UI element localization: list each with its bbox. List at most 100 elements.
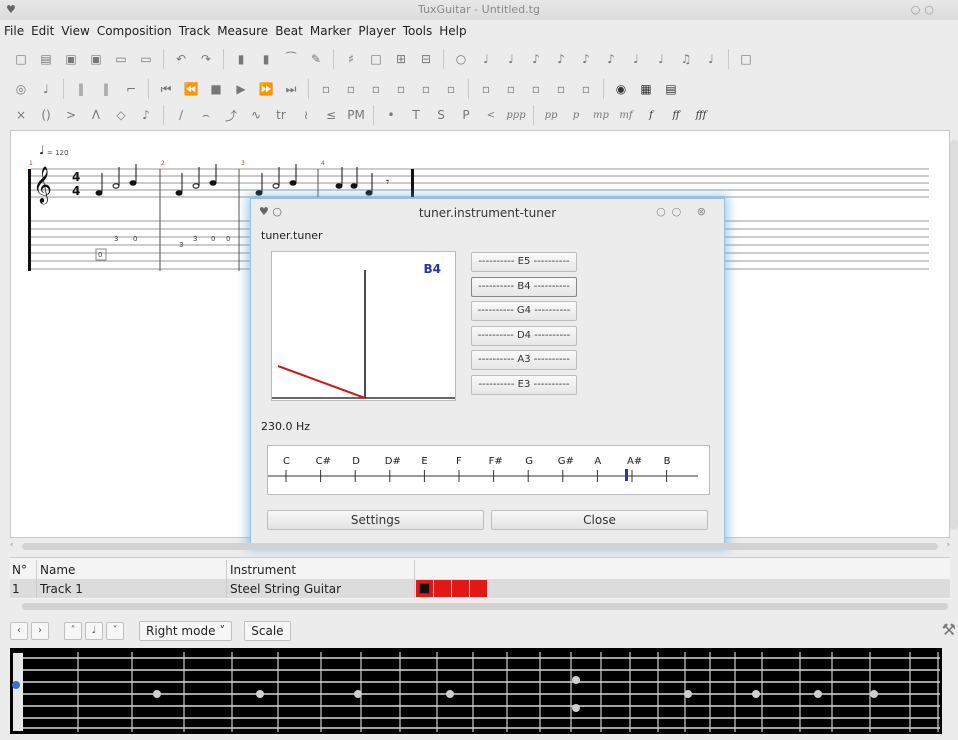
- window-controls[interactable]: ○○: [911, 3, 938, 16]
- string-button-e5[interactable]: ---------- E5 ----------: [471, 252, 577, 272]
- stop-icon[interactable]: ■: [205, 78, 227, 100]
- vibrato-icon[interactable]: ∿: [245, 104, 267, 126]
- thirtysecond-note-icon[interactable]: ♪: [575, 48, 597, 70]
- matrix-icon[interactable]: ▦: [635, 78, 657, 100]
- repeat-open-icon[interactable]: ‖: [70, 78, 92, 100]
- edit-icon[interactable]: ✎: [305, 48, 327, 70]
- menu-composition[interactable]: Composition: [97, 24, 172, 38]
- accent-icon[interactable]: >: [60, 104, 82, 126]
- note-duration-icon[interactable]: ♩: [85, 622, 103, 640]
- save-as-icon[interactable]: ▣: [85, 48, 107, 70]
- tremolo-icon[interactable]: ≀: [295, 104, 317, 126]
- harmonic-icon[interactable]: ◇: [110, 104, 132, 126]
- menu-beat[interactable]: Beat: [275, 24, 303, 38]
- fretboard-icon[interactable]: ▤: [660, 78, 682, 100]
- scale-button[interactable]: Scale: [244, 621, 291, 641]
- mixer-5-icon[interactable]: ▫: [415, 78, 437, 100]
- previous-icon[interactable]: ⏪: [180, 78, 202, 100]
- settings-button[interactable]: Settings: [267, 510, 484, 530]
- measure-block-selected[interactable]: [416, 580, 433, 597]
- tie-icon[interactable]: ⁀: [280, 48, 302, 70]
- fretboard[interactable]: [10, 648, 942, 734]
- measure-block[interactable]: [470, 580, 487, 597]
- layout-3-icon[interactable]: ▫: [525, 78, 547, 100]
- redo-icon[interactable]: ↷: [195, 48, 217, 70]
- undo-icon[interactable]: ↶: [170, 48, 192, 70]
- dead-note-icon[interactable]: ×: [10, 104, 32, 126]
- prev-scale-icon[interactable]: ‹: [10, 622, 28, 640]
- dotted-icon[interactable]: ♩: [625, 48, 647, 70]
- half-note-icon[interactable]: ♩: [475, 48, 497, 70]
- dynamic-ff-icon[interactable]: ff: [665, 104, 687, 126]
- dynamic-f-icon[interactable]: f: [640, 104, 662, 126]
- settings-wrench-icon[interactable]: ⚒: [942, 620, 956, 639]
- new-icon[interactable]: □: [10, 48, 32, 70]
- menu-measure[interactable]: Measure: [217, 24, 268, 38]
- cursor-icon[interactable]: □: [365, 48, 387, 70]
- dialog-window-controls[interactable]: ○○ ⊗: [656, 205, 712, 218]
- tempo-icon[interactable]: ♩: [35, 78, 57, 100]
- layout-1-icon[interactable]: ▫: [475, 78, 497, 100]
- dynamic-mp-icon[interactable]: mp: [590, 104, 612, 126]
- print-preview-icon[interactable]: ▭: [135, 48, 157, 70]
- popping-icon[interactable]: P: [455, 104, 477, 126]
- open-icon[interactable]: ▤: [35, 48, 57, 70]
- fade-in-icon[interactable]: <: [480, 104, 502, 126]
- eighth-note-icon[interactable]: ♪: [525, 48, 547, 70]
- repeat-close-icon[interactable]: ‖: [95, 78, 117, 100]
- whole-note-icon[interactable]: ○: [450, 48, 472, 70]
- mixer-2-icon[interactable]: ▫: [340, 78, 362, 100]
- print-icon[interactable]: ▭: [110, 48, 132, 70]
- scroll-right-icon[interactable]: ›: [946, 540, 950, 550]
- tapping-icon[interactable]: T: [405, 104, 427, 126]
- play-icon[interactable]: ▶: [230, 78, 252, 100]
- layout-2-icon[interactable]: ▫: [500, 78, 522, 100]
- sixteenth-note-icon[interactable]: ♪: [550, 48, 572, 70]
- heavy-accent-icon[interactable]: Λ: [85, 104, 107, 126]
- string-button-g4[interactable]: ---------- G4 ----------: [471, 301, 577, 321]
- quarter-note-icon[interactable]: ♩: [500, 48, 522, 70]
- menu-file[interactable]: File: [4, 24, 24, 38]
- mixer-3-icon[interactable]: ▫: [365, 78, 387, 100]
- layout-4-icon[interactable]: ▫: [550, 78, 572, 100]
- measure-block[interactable]: [452, 580, 469, 597]
- metronome-icon[interactable]: ◎: [10, 78, 32, 100]
- trill-icon[interactable]: tr: [270, 104, 292, 126]
- ghost-note-icon[interactable]: (): [35, 104, 57, 126]
- menu-help[interactable]: Help: [439, 24, 466, 38]
- key-icon[interactable]: ♯: [340, 48, 362, 70]
- menu-edit[interactable]: Edit: [31, 24, 54, 38]
- add-measure-icon[interactable]: ▮: [230, 48, 252, 70]
- tuner-icon[interactable]: ◉: [610, 78, 632, 100]
- alternative-icon[interactable]: ⌐: [120, 78, 142, 100]
- next-scale-icon[interactable]: ›: [31, 622, 49, 640]
- chevron-down-icon[interactable]: ˅: [106, 622, 124, 640]
- hammer-icon[interactable]: ⌢: [195, 104, 217, 126]
- zoom-in-icon[interactable]: ⊞: [390, 48, 412, 70]
- layout-5-icon[interactable]: ▫: [575, 78, 597, 100]
- remove-measure-icon[interactable]: ▮: [255, 48, 277, 70]
- fade-icon[interactable]: ≤: [320, 104, 342, 126]
- scroll-left-icon[interactable]: ‹: [10, 540, 14, 550]
- scrollbar-thumb[interactable]: [22, 543, 938, 550]
- menu-tools[interactable]: Tools: [403, 24, 433, 38]
- sixtyfourth-note-icon[interactable]: ♪: [600, 48, 622, 70]
- string-button-b4[interactable]: ---------- B4 ----------: [471, 276, 577, 297]
- mixer-1-icon[interactable]: ▫: [315, 78, 337, 100]
- string-button-e3[interactable]: ---------- E3 ----------: [471, 374, 577, 395]
- dynamic-p-icon[interactable]: p: [565, 104, 587, 126]
- chord-dropdown-icon[interactable]: □: [735, 48, 757, 70]
- staccato-icon[interactable]: •: [380, 104, 402, 126]
- zoom-out-icon[interactable]: ⊟: [415, 48, 437, 70]
- save-icon[interactable]: ▣: [60, 48, 82, 70]
- dynamic-mf-icon[interactable]: mf: [615, 104, 637, 126]
- grace-icon[interactable]: ♪: [135, 104, 157, 126]
- chord-icon[interactable]: ♩: [700, 48, 722, 70]
- close-button[interactable]: Close: [491, 510, 708, 530]
- string-button-d4[interactable]: ---------- D4 ----------: [471, 325, 577, 346]
- menu-view[interactable]: View: [61, 24, 89, 38]
- string-button-a3[interactable]: ---------- A3 ----------: [471, 350, 577, 370]
- next-icon[interactable]: ⏩: [255, 78, 277, 100]
- scrollbar-thumb[interactable]: [22, 603, 948, 610]
- dynamic-pp-icon[interactable]: pp: [540, 104, 562, 126]
